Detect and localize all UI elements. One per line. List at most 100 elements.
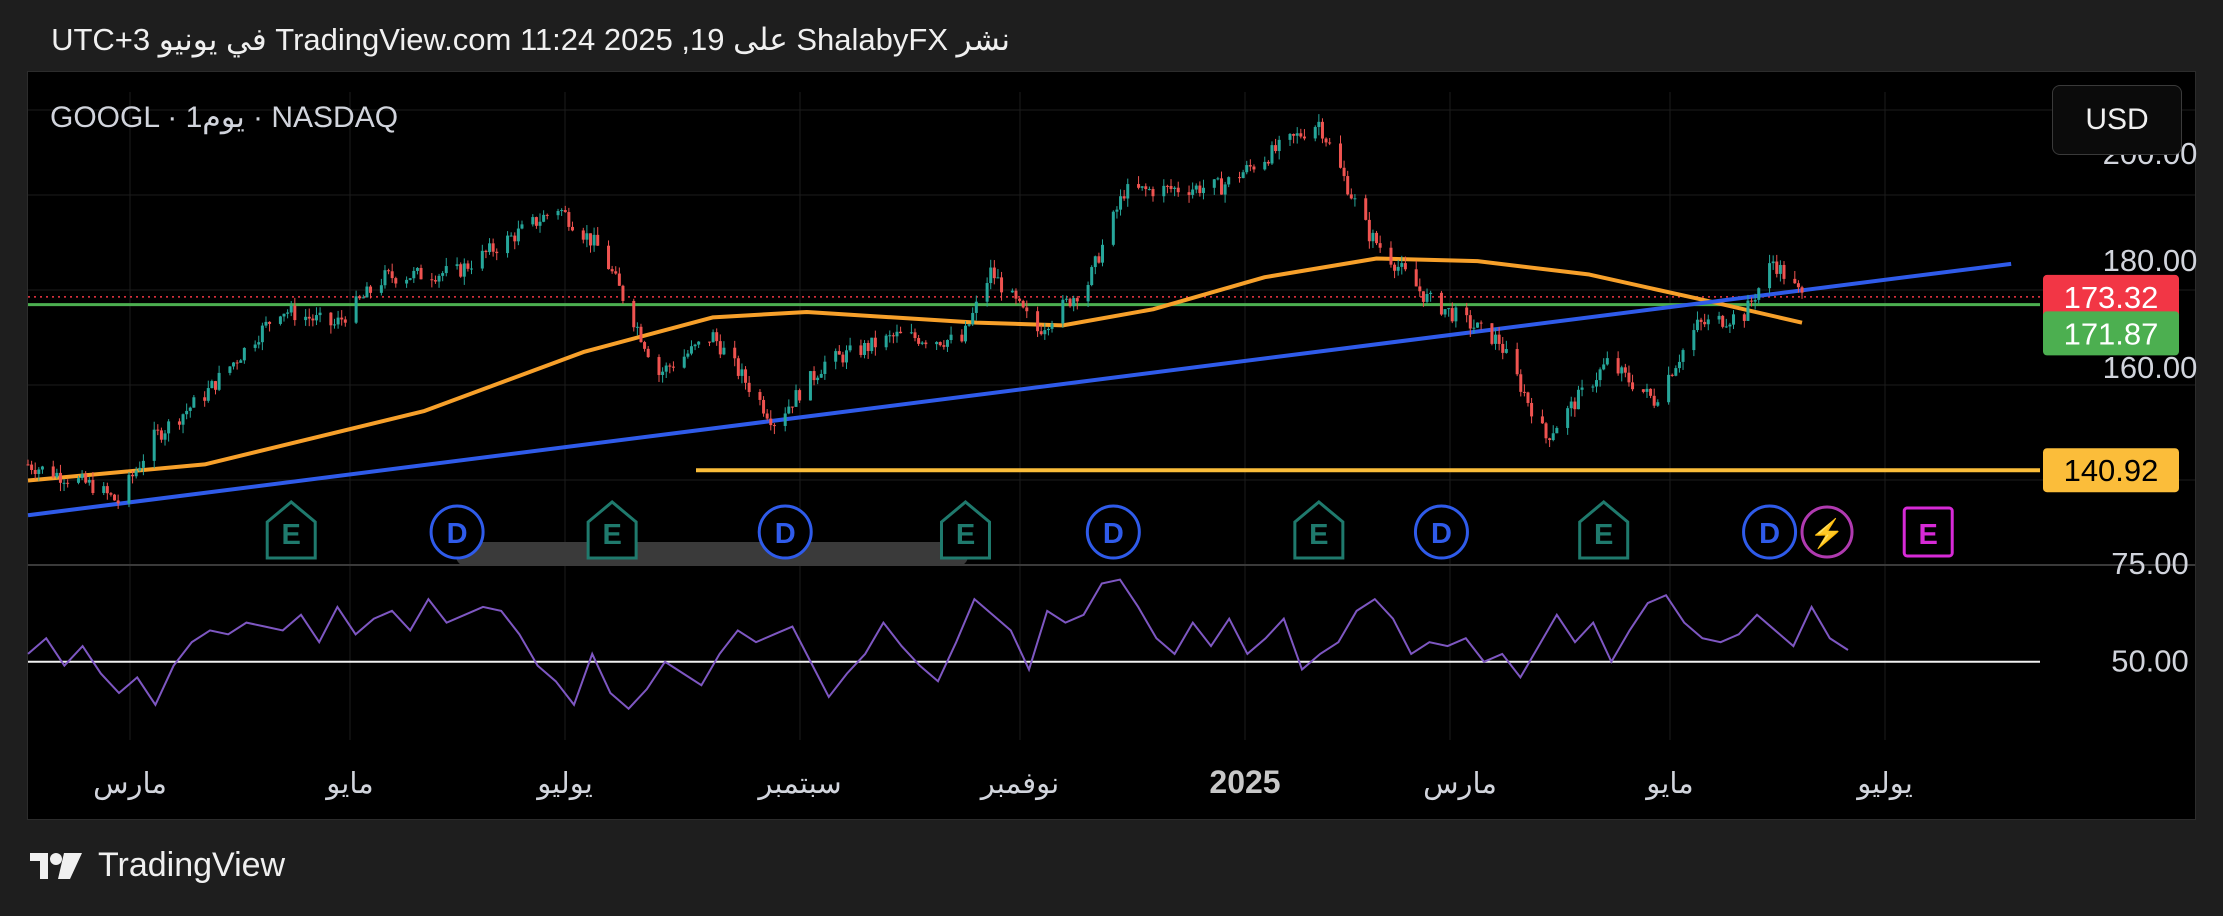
candle-body bbox=[314, 315, 318, 321]
candle-body bbox=[1490, 323, 1494, 344]
candle-body bbox=[592, 234, 596, 246]
price-label-support-level: 140.92 bbox=[2043, 448, 2179, 493]
candle-body bbox=[1414, 269, 1418, 287]
candle-body bbox=[1000, 277, 1004, 293]
candle-body bbox=[823, 361, 827, 374]
event-marker-label: D bbox=[1759, 518, 1780, 550]
candle-body bbox=[989, 267, 993, 284]
candle-body bbox=[715, 332, 719, 342]
candle-body bbox=[80, 473, 84, 479]
candle-body bbox=[1548, 438, 1552, 441]
candle-body bbox=[736, 358, 740, 376]
candle-body bbox=[470, 268, 474, 270]
candle-body bbox=[1540, 416, 1544, 424]
chart-svg[interactable]: مارس مايو يوليو سبتمبر نوفمبر 2025 مارس مايو يول… bbox=[0, 0, 2223, 916]
candle-body bbox=[740, 369, 744, 376]
candle-body bbox=[1050, 323, 1054, 329]
scroll-handle bbox=[456, 542, 968, 566]
candle-body bbox=[639, 326, 643, 343]
candle-body bbox=[239, 360, 243, 363]
candle-body bbox=[1800, 287, 1804, 293]
candle-body bbox=[1796, 283, 1800, 288]
candle-body bbox=[192, 397, 196, 408]
candle-body bbox=[607, 245, 611, 270]
candle-body bbox=[1551, 433, 1555, 441]
candle-body bbox=[163, 433, 167, 440]
candle-body bbox=[188, 407, 192, 411]
event-marker-label: E bbox=[1919, 519, 1938, 551]
candle-body bbox=[1299, 133, 1303, 137]
candle-body bbox=[495, 251, 499, 254]
candle-body bbox=[1295, 133, 1299, 136]
candle-body bbox=[62, 482, 66, 484]
candle-body bbox=[1580, 387, 1584, 390]
candle-body bbox=[1093, 256, 1097, 268]
candle-body bbox=[1162, 185, 1166, 197]
candle-body bbox=[1090, 267, 1094, 286]
candle-body bbox=[278, 316, 282, 324]
candle-body bbox=[1241, 172, 1245, 178]
candle-body bbox=[131, 474, 135, 477]
candle-body bbox=[1670, 374, 1674, 376]
candle-body bbox=[113, 494, 117, 501]
candle-body bbox=[945, 340, 949, 347]
candle-body bbox=[1274, 145, 1278, 152]
x-tick-label: سبتمبر bbox=[756, 768, 841, 801]
candle-body bbox=[1263, 161, 1267, 170]
event-marker-dividend: D bbox=[1085, 504, 1141, 560]
candle-body bbox=[808, 371, 812, 401]
candle-body bbox=[899, 331, 903, 334]
candle-body bbox=[1328, 142, 1332, 144]
candle-body bbox=[156, 429, 160, 431]
candle-body bbox=[1144, 186, 1148, 190]
candle-body bbox=[379, 285, 383, 293]
candle-body bbox=[1732, 314, 1736, 325]
candle-body bbox=[1245, 165, 1249, 173]
candle-body bbox=[1768, 263, 1772, 289]
candle-body bbox=[506, 235, 510, 254]
candle-body bbox=[58, 472, 62, 483]
candle-body bbox=[412, 270, 416, 279]
candle-body bbox=[1173, 187, 1177, 189]
candle-body bbox=[394, 278, 398, 284]
candle-body bbox=[177, 421, 181, 425]
event-marker-label: D bbox=[775, 518, 796, 550]
event-marker-dividend: D bbox=[1742, 504, 1798, 560]
candle-body bbox=[87, 479, 91, 483]
candle-body bbox=[369, 286, 373, 293]
candle-body bbox=[643, 342, 647, 349]
footer-brand[interactable]: TradingView bbox=[28, 846, 285, 885]
candle-body bbox=[484, 250, 488, 253]
y-tick-label: 180.00 bbox=[2103, 243, 2198, 278]
candle-body bbox=[711, 332, 715, 343]
candle-body bbox=[646, 348, 650, 358]
event-marker-dividend: D bbox=[429, 504, 485, 560]
candle-body bbox=[1147, 189, 1151, 191]
candle-body bbox=[1151, 189, 1155, 197]
candle-body bbox=[253, 344, 257, 348]
candle-body bbox=[866, 342, 870, 352]
candle-body bbox=[1594, 380, 1598, 387]
candle-body bbox=[167, 421, 171, 434]
candle-body bbox=[1227, 177, 1231, 185]
candle-body bbox=[361, 297, 365, 299]
candle-body bbox=[1126, 184, 1130, 199]
x-tick-label: نوفمبر bbox=[979, 768, 1059, 801]
candle-body bbox=[1191, 189, 1195, 195]
candle-body bbox=[1061, 299, 1065, 324]
candle-body bbox=[419, 267, 423, 280]
candle-body bbox=[235, 362, 239, 364]
candle-body bbox=[1649, 388, 1653, 396]
currency-button[interactable]: USD bbox=[2052, 85, 2182, 155]
candle-body bbox=[563, 210, 567, 213]
candle-body bbox=[1068, 298, 1072, 307]
candle-body bbox=[1479, 322, 1483, 324]
candle-body bbox=[365, 286, 369, 298]
candle-body bbox=[614, 271, 618, 274]
candle-body bbox=[1476, 322, 1480, 328]
event-marker-label: D bbox=[1103, 518, 1124, 550]
candle-body bbox=[1349, 194, 1353, 199]
candle-body bbox=[1371, 232, 1375, 242]
candle-body bbox=[733, 347, 737, 359]
price-label-horizontal-level: 171.87 bbox=[2043, 311, 2179, 356]
